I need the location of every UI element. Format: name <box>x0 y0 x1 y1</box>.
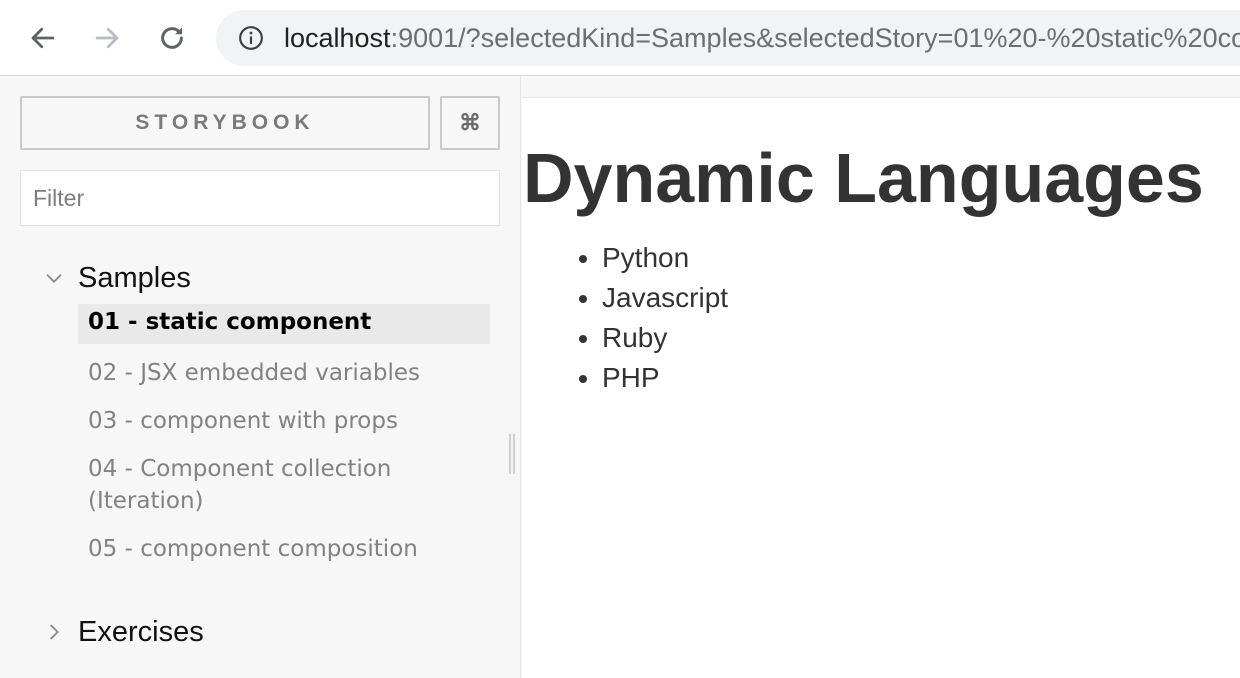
story-item[interactable]: 05 - component composition <box>78 530 490 568</box>
chevron-right-icon <box>40 618 68 646</box>
preview-title: Dynamic Languages <box>523 139 1204 217</box>
kind-samples[interactable]: Samples <box>40 258 191 298</box>
list-item: Python <box>602 238 728 278</box>
storybook-brand-button[interactable]: STORYBOOK <box>20 96 430 150</box>
url-path: :9001/?selectedKind=Samples&selectedStor… <box>390 23 1240 53</box>
browser-toolbar: localhost:9001/?selectedKind=Samples&sel… <box>0 0 1240 76</box>
chevron-down-icon <box>40 264 68 292</box>
story-item[interactable]: 03 - component with props <box>78 402 490 440</box>
keyboard-shortcuts-button[interactable]: ⌘ <box>440 96 500 150</box>
info-icon[interactable] <box>238 25 264 51</box>
story-list: 01 - static component 02 - JSX embedded … <box>78 304 490 578</box>
story-item[interactable]: 02 - JSX embedded variables <box>78 354 490 392</box>
sidebar-resize-handle[interactable] <box>509 434 515 474</box>
command-icon: ⌘ <box>459 110 481 135</box>
kind-label: Samples <box>78 261 191 294</box>
kind-label: Exercises <box>78 615 204 648</box>
kind-exercises[interactable]: Exercises <box>40 612 204 652</box>
url-text: localhost:9001/?selectedKind=Samples&sel… <box>284 23 1240 53</box>
language-list: Python Javascript Ruby PHP <box>562 238 728 398</box>
reload-button[interactable] <box>152 18 192 58</box>
url-host: localhost <box>284 23 391 53</box>
story-item-selected[interactable]: 01 - static component <box>78 304 490 344</box>
back-button[interactable] <box>23 18 63 58</box>
reload-icon <box>161 27 183 49</box>
list-item: Javascript <box>602 278 728 318</box>
address-bar[interactable]: localhost:9001/?selectedKind=Samples&sel… <box>216 10 1240 66</box>
forward-button[interactable] <box>87 18 127 58</box>
arrow-right-icon <box>95 27 119 49</box>
story-preview: Dynamic Languages Python Javascript Ruby… <box>522 97 1240 678</box>
arrow-left-icon <box>31 27 55 49</box>
storybook-sidebar: STORYBOOK ⌘ Samples 01 - static componen… <box>0 76 521 678</box>
list-item: PHP <box>602 358 728 398</box>
filter-input[interactable] <box>20 170 500 226</box>
story-item[interactable]: 04 - Component collection (Iteration) <box>78 450 490 520</box>
list-item: Ruby <box>602 318 728 358</box>
